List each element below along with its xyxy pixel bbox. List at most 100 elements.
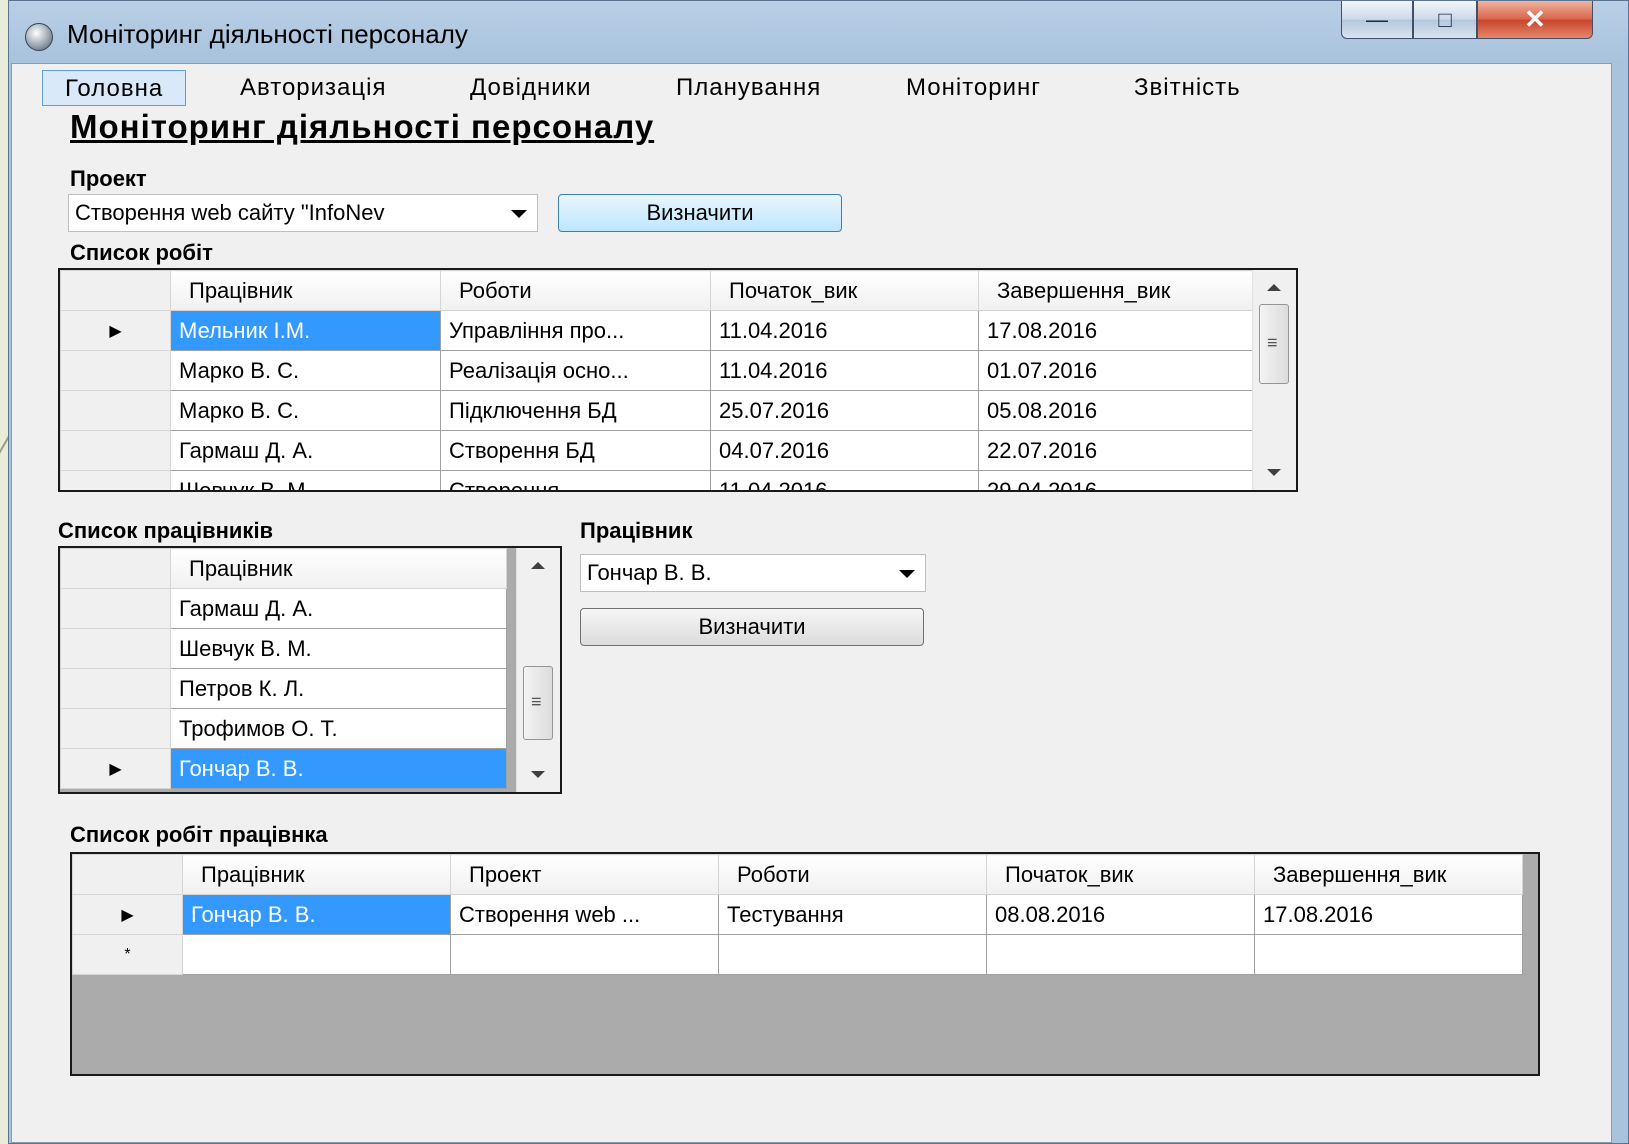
jobs-grid-scrollbar[interactable] bbox=[1252, 270, 1296, 490]
table-cell[interactable]: Шевчук В. М. bbox=[170, 628, 507, 669]
column-header[interactable]: Працівник bbox=[170, 548, 507, 589]
menu-item-directories[interactable]: Довідники bbox=[448, 70, 614, 106]
worker-label: Працівник bbox=[580, 518, 693, 543]
row-header bbox=[60, 628, 171, 669]
table-cell[interactable]: Тестування bbox=[718, 894, 987, 935]
table-cell[interactable]: 29.04.2016 bbox=[978, 470, 1255, 490]
menu-item-home[interactable]: Головна bbox=[42, 70, 187, 106]
table-cell[interactable]: Реалізація осно... bbox=[440, 350, 711, 391]
project-combobox[interactable]: Створення web сайту "InfoNev bbox=[68, 194, 538, 232]
table-cell[interactable]: Шевчук В. М. bbox=[170, 470, 441, 490]
table-cell[interactable]: Створення web ... bbox=[450, 894, 719, 935]
menu-bar: Головна Авторизація Довідники Планування… bbox=[12, 64, 1611, 108]
table-cell[interactable]: 25.07.2016 bbox=[710, 390, 979, 431]
column-header[interactable]: Проект bbox=[450, 854, 719, 895]
column-header[interactable]: Завершення_вик bbox=[1254, 854, 1523, 895]
table-cell[interactable]: Підключення БД bbox=[440, 390, 711, 431]
current-row-arrow-icon: ▶ bbox=[60, 748, 171, 789]
table-cell[interactable]: 11.04.2016 bbox=[710, 310, 979, 351]
table-cell[interactable]: Гончар В. В. bbox=[170, 748, 507, 789]
table-row[interactable]: ▶ Гончар В. В. Створення web ... Тестува… bbox=[72, 894, 1523, 935]
column-header[interactable]: Працівник bbox=[170, 270, 441, 311]
scroll-up-icon[interactable] bbox=[531, 562, 545, 569]
close-button[interactable]: ✕ bbox=[1477, 1, 1593, 39]
workers-grid[interactable]: Працівник Гармаш Д. А. Шевчук В. М. Петр… bbox=[58, 546, 562, 794]
table-cell[interactable]: 11.04.2016 bbox=[710, 470, 979, 490]
jobs-list-label: Список робіт bbox=[70, 240, 213, 265]
column-header[interactable]: Роботи bbox=[440, 270, 711, 311]
worker-combobox[interactable]: Гончар В. В. bbox=[580, 554, 926, 592]
table-cell[interactable]: 17.08.2016 bbox=[1254, 894, 1523, 935]
table-cell[interactable]: 22.07.2016 bbox=[978, 430, 1255, 471]
table-cell[interactable]: Управління про... bbox=[440, 310, 711, 351]
row-header-corner bbox=[72, 854, 183, 895]
worker-jobs-grid-header: Працівник Проект Роботи Початок_вик Заве… bbox=[72, 854, 1523, 895]
table-row[interactable]: Шевчук В. М. bbox=[60, 628, 507, 669]
table-cell[interactable]: 04.07.2016 bbox=[710, 430, 979, 471]
scroll-up-icon[interactable] bbox=[1267, 284, 1281, 291]
window-title: Моніторинг діяльності персоналу bbox=[67, 19, 468, 49]
table-cell[interactable]: Створення... bbox=[440, 470, 711, 490]
new-row[interactable]: * bbox=[72, 934, 1523, 975]
table-row[interactable]: Марко В. С. Реалізація осно... 11.04.201… bbox=[60, 350, 1255, 391]
table-row[interactable]: Шевчук В. М. Створення... 11.04.2016 29.… bbox=[60, 470, 1255, 490]
table-cell[interactable] bbox=[1254, 934, 1523, 975]
table-cell[interactable]: Гончар В. В. bbox=[182, 894, 451, 935]
maximize-icon: □ bbox=[1438, 6, 1452, 32]
table-cell[interactable]: Петров К. Л. bbox=[170, 668, 507, 709]
table-row[interactable]: Гармаш Д. А. bbox=[60, 588, 507, 629]
workers-grid-scrollbar[interactable] bbox=[516, 548, 560, 792]
minimize-button[interactable]: — bbox=[1341, 1, 1413, 39]
title-bar[interactable]: Моніторинг діяльності персоналу — □ ✕ bbox=[9, 1, 1628, 63]
table-cell[interactable]: 08.08.2016 bbox=[986, 894, 1255, 935]
table-cell[interactable]: Гармаш Д. А. bbox=[170, 588, 507, 629]
table-cell[interactable]: 17.08.2016 bbox=[978, 310, 1255, 351]
column-header[interactable]: Початок_вик bbox=[710, 270, 979, 311]
menu-item-authorization[interactable]: Авторизація bbox=[218, 70, 408, 106]
table-cell[interactable]: Мельник І.М. bbox=[170, 310, 441, 351]
column-header[interactable]: Роботи bbox=[718, 854, 987, 895]
table-row[interactable]: Марко В. С. Підключення БД 25.07.2016 05… bbox=[60, 390, 1255, 431]
table-cell[interactable] bbox=[182, 934, 451, 975]
table-cell[interactable]: 01.07.2016 bbox=[978, 350, 1255, 391]
worker-jobs-grid[interactable]: Працівник Проект Роботи Початок_вик Заве… bbox=[70, 852, 1540, 1076]
maximize-button[interactable]: □ bbox=[1413, 1, 1477, 39]
chevron-down-icon bbox=[899, 570, 915, 578]
table-cell[interactable]: Гармаш Д. А. bbox=[170, 430, 441, 471]
app-window: Моніторинг діяльності персоналу — □ ✕ Го… bbox=[8, 0, 1629, 1144]
worker-determine-button[interactable]: Визначити bbox=[580, 608, 924, 646]
menu-item-reporting[interactable]: Звітність bbox=[1112, 70, 1263, 106]
menu-item-monitoring[interactable]: Моніторинг bbox=[884, 70, 1063, 106]
row-header bbox=[60, 350, 171, 391]
table-cell[interactable]: Марко В. С. bbox=[170, 350, 441, 391]
scroll-down-icon[interactable] bbox=[531, 771, 545, 778]
table-row[interactable]: Трофимов О. Т. bbox=[60, 708, 507, 749]
client-area: Головна Авторизація Довідники Планування… bbox=[11, 63, 1612, 1143]
row-header-corner bbox=[60, 270, 171, 311]
table-row[interactable]: ▶ Мельник І.М. Управління про... 11.04.2… bbox=[60, 310, 1255, 351]
table-row[interactable]: Петров К. Л. bbox=[60, 668, 507, 709]
table-row[interactable]: ▶ Гончар В. В. bbox=[60, 748, 507, 789]
table-cell[interactable] bbox=[986, 934, 1255, 975]
scroll-down-icon[interactable] bbox=[1267, 469, 1281, 476]
table-row[interactable]: Гармаш Д. А. Створення БД 04.07.2016 22.… bbox=[60, 430, 1255, 471]
column-header[interactable]: Початок_вик bbox=[986, 854, 1255, 895]
table-cell[interactable]: Створення БД bbox=[440, 430, 711, 471]
menu-item-planning[interactable]: Планування bbox=[654, 70, 843, 106]
jobs-grid-header: Працівник Роботи Початок_вик Завершення_… bbox=[60, 270, 1255, 311]
table-cell[interactable] bbox=[450, 934, 719, 975]
jobs-grid[interactable]: Працівник Роботи Початок_вик Завершення_… bbox=[58, 268, 1298, 492]
worker-jobs-label: Список робіт працівнка bbox=[70, 822, 328, 847]
column-header[interactable]: Завершення_вик bbox=[978, 270, 1255, 311]
workers-list-label: Список працівників bbox=[58, 518, 274, 543]
current-row-arrow-icon: ▶ bbox=[72, 894, 183, 935]
table-cell[interactable] bbox=[718, 934, 987, 975]
table-cell[interactable]: 11.04.2016 bbox=[710, 350, 979, 391]
scroll-thumb[interactable] bbox=[523, 666, 553, 740]
column-header[interactable]: Працівник bbox=[182, 854, 451, 895]
table-cell[interactable]: Марко В. С. bbox=[170, 390, 441, 431]
table-cell[interactable]: Трофимов О. Т. bbox=[170, 708, 507, 749]
table-cell[interactable]: 05.08.2016 bbox=[978, 390, 1255, 431]
scroll-thumb[interactable] bbox=[1259, 304, 1289, 384]
project-determine-button[interactable]: Визначити bbox=[558, 194, 842, 232]
